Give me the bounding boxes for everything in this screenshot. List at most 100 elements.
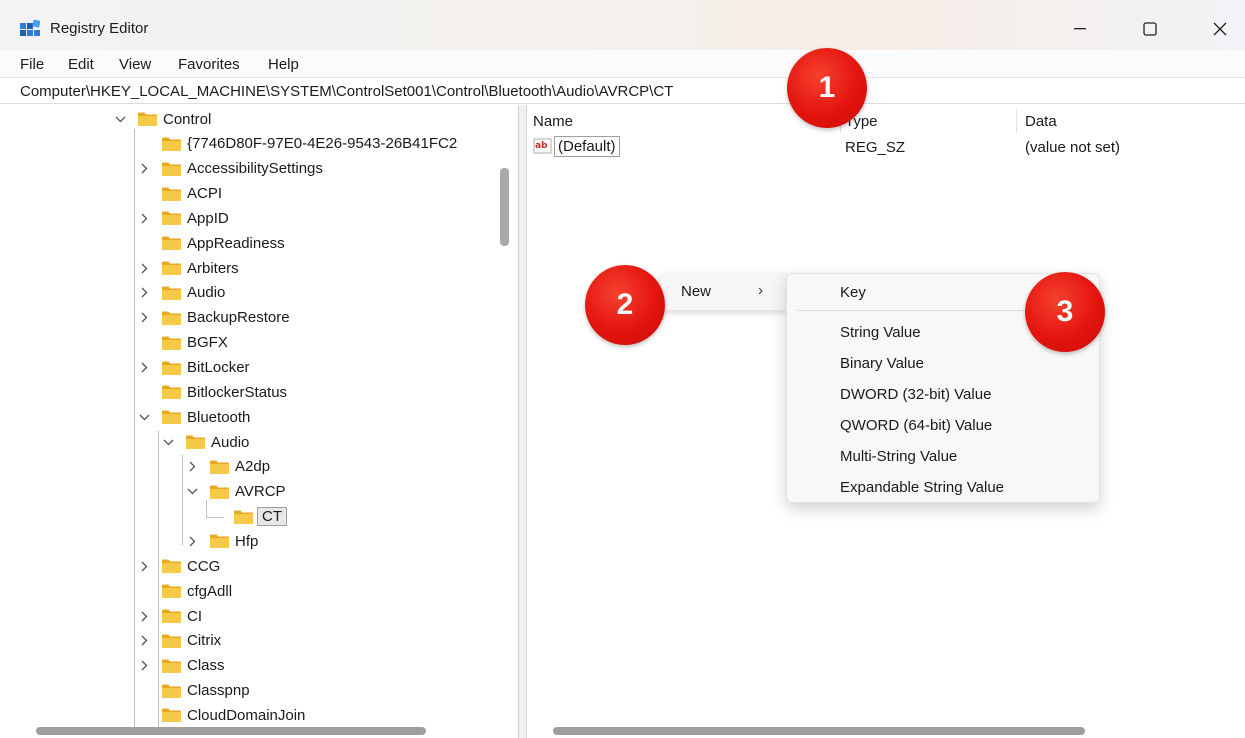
tree-item-label[interactable]: Arbiters	[187, 260, 239, 277]
tree-item-label[interactable]: ACPI	[187, 185, 222, 202]
close-button[interactable]	[1200, 14, 1240, 44]
tree-item-label[interactable]: Audio	[211, 434, 249, 451]
tree-item[interactable]: A2dp	[186, 456, 270, 478]
tree-item[interactable]: {7746D80F-97E0-4E26-9543-26B41FC2	[138, 133, 457, 155]
chevron-right-icon[interactable]	[138, 610, 150, 622]
chevron-right-icon[interactable]	[138, 287, 150, 299]
tree-item[interactable]: Citrix	[138, 630, 221, 652]
submenu-multi-string-value[interactable]: Multi-String Value	[840, 448, 957, 465]
tree-item-label[interactable]: CCG	[187, 558, 220, 575]
folder-icon	[162, 286, 181, 300]
submenu-dword-value[interactable]: DWORD (32-bit) Value	[840, 386, 991, 403]
submenu-string-value[interactable]: String Value	[840, 324, 921, 341]
tree-item[interactable]: CI	[138, 605, 202, 627]
tree-item-label[interactable]: {7746D80F-97E0-4E26-9543-26B41FC2	[187, 135, 457, 152]
tree-item-label[interactable]: AppReadiness	[187, 235, 285, 252]
tree-item-label[interactable]: CI	[187, 608, 202, 625]
tree-item-label[interactable]: Hfp	[235, 533, 258, 550]
menu-file[interactable]: File	[20, 56, 44, 73]
tree-item-label[interactable]: Citrix	[187, 632, 221, 649]
address-bar[interactable]: Computer\HKEY_LOCAL_MACHINE\SYSTEM\Contr…	[0, 77, 1245, 104]
tree-item-label[interactable]: cfgAdll	[187, 583, 232, 600]
tree-item-label[interactable]: A2dp	[235, 458, 270, 475]
tree-item[interactable]: Control	[114, 108, 211, 130]
chevron-right-icon[interactable]	[138, 312, 150, 324]
menu-favorites[interactable]: Favorites	[178, 56, 240, 73]
tree-item[interactable]: AppID	[138, 207, 229, 229]
chevron-down-icon[interactable]	[162, 436, 174, 448]
tree-item[interactable]: BitlockerStatus	[138, 381, 287, 403]
key-tree[interactable]: Control {7746D80F-97E0-4E26-9543-26B41FC2…	[14, 105, 518, 738]
chevron-right-icon[interactable]	[138, 635, 150, 647]
menu-edit[interactable]: Edit	[68, 56, 94, 73]
tree-item[interactable]: AccessibilitySettings	[138, 158, 323, 180]
tree-item-label[interactable]: Class	[187, 657, 225, 674]
folder-icon	[162, 336, 181, 350]
tree-item-label[interactable]: AppID	[187, 210, 229, 227]
chevron-down-icon[interactable]	[114, 113, 126, 125]
tree-item[interactable]: Classpnp	[138, 680, 250, 702]
context-menu-new[interactable]: New ›	[660, 274, 788, 310]
chevron-right-icon[interactable]	[138, 262, 150, 274]
list-horizontal-scroll-thumb[interactable]	[553, 727, 1085, 735]
tree-item-label[interactable]: BitlockerStatus	[187, 384, 287, 401]
tree-item-label[interactable]: Control	[163, 111, 211, 128]
tree-item-label[interactable]: Audio	[187, 284, 225, 301]
tree-item-label[interactable]: Classpnp	[187, 682, 250, 699]
menu-help[interactable]: Help	[268, 56, 299, 73]
tree-item[interactable]: CCG	[138, 555, 220, 577]
tree-item[interactable]: Audio	[162, 431, 249, 453]
submenu-binary-value[interactable]: Binary Value	[840, 355, 924, 372]
submenu-key[interactable]: Key	[840, 284, 866, 301]
chevron-down-icon[interactable]	[138, 411, 150, 423]
tree-item[interactable]: BackupRestore	[138, 307, 290, 329]
tree-item-label[interactable]: BitLocker	[187, 359, 250, 376]
tree-item[interactable]: Arbiters	[138, 257, 239, 279]
column-divider[interactable]	[1016, 109, 1017, 133]
chevron-right-icon[interactable]	[186, 461, 198, 473]
address-path[interactable]: Computer\HKEY_LOCAL_MACHINE\SYSTEM\Contr…	[20, 83, 673, 100]
context-menu-new-label[interactable]: New	[681, 283, 711, 300]
tree-item[interactable]: AVRCP	[186, 481, 286, 503]
tree-item[interactable]: CT	[210, 506, 287, 528]
folder-icon	[162, 584, 181, 599]
chevron-down-icon[interactable]	[186, 486, 198, 498]
column-data-header[interactable]: Data	[1025, 113, 1057, 130]
submenu-expandable-string-value[interactable]: Expandable String Value	[840, 479, 1004, 496]
tree-item[interactable]: ACPI	[138, 183, 222, 205]
tree-item[interactable]: CloudDomainJoin	[138, 704, 305, 726]
tree-item[interactable]: Audio	[138, 282, 225, 304]
tree-item-label[interactable]: CT	[257, 507, 287, 527]
tree-item[interactable]: Class	[138, 655, 225, 677]
chevron-right-icon[interactable]	[138, 212, 150, 224]
tree-item-label[interactable]: AccessibilitySettings	[187, 160, 323, 177]
menu-view[interactable]: View	[119, 56, 151, 73]
chevron-right-icon[interactable]	[138, 163, 150, 175]
tree-item[interactable]: Bluetooth	[138, 406, 250, 428]
tree-item[interactable]: BGFX	[138, 332, 228, 354]
tree-item[interactable]: BitLocker	[138, 357, 250, 379]
value-name[interactable]: (Default)	[554, 136, 620, 157]
pane-splitter[interactable]	[518, 105, 527, 738]
tree-item-label[interactable]: AVRCP	[235, 483, 286, 500]
tree-scroll-thumb[interactable]	[500, 168, 509, 246]
tree-item-label[interactable]: CloudDomainJoin	[187, 707, 305, 724]
registry-editor-icon	[20, 20, 40, 36]
chevron-right-icon[interactable]	[138, 362, 150, 374]
tree-item[interactable]: Hfp	[186, 530, 258, 552]
tree-item-label[interactable]: Bluetooth	[187, 409, 250, 426]
tree-horizontal-scroll-thumb[interactable]	[36, 727, 426, 735]
column-name-header[interactable]: Name	[533, 113, 573, 130]
chevron-right-icon[interactable]	[186, 535, 198, 547]
chevron-right-icon[interactable]	[138, 560, 150, 572]
maximize-button[interactable]	[1130, 14, 1170, 44]
tree-item-label[interactable]: BackupRestore	[187, 309, 290, 326]
minimize-button[interactable]	[1060, 14, 1100, 44]
folder-icon	[162, 311, 181, 325]
tree-item[interactable]: cfgAdll	[138, 580, 232, 602]
chevron-right-icon[interactable]	[138, 660, 150, 672]
tree-item[interactable]: AppReadiness	[138, 232, 285, 254]
tree-item-label[interactable]: BGFX	[187, 334, 228, 351]
submenu-qword-value[interactable]: QWORD (64-bit) Value	[840, 417, 992, 434]
